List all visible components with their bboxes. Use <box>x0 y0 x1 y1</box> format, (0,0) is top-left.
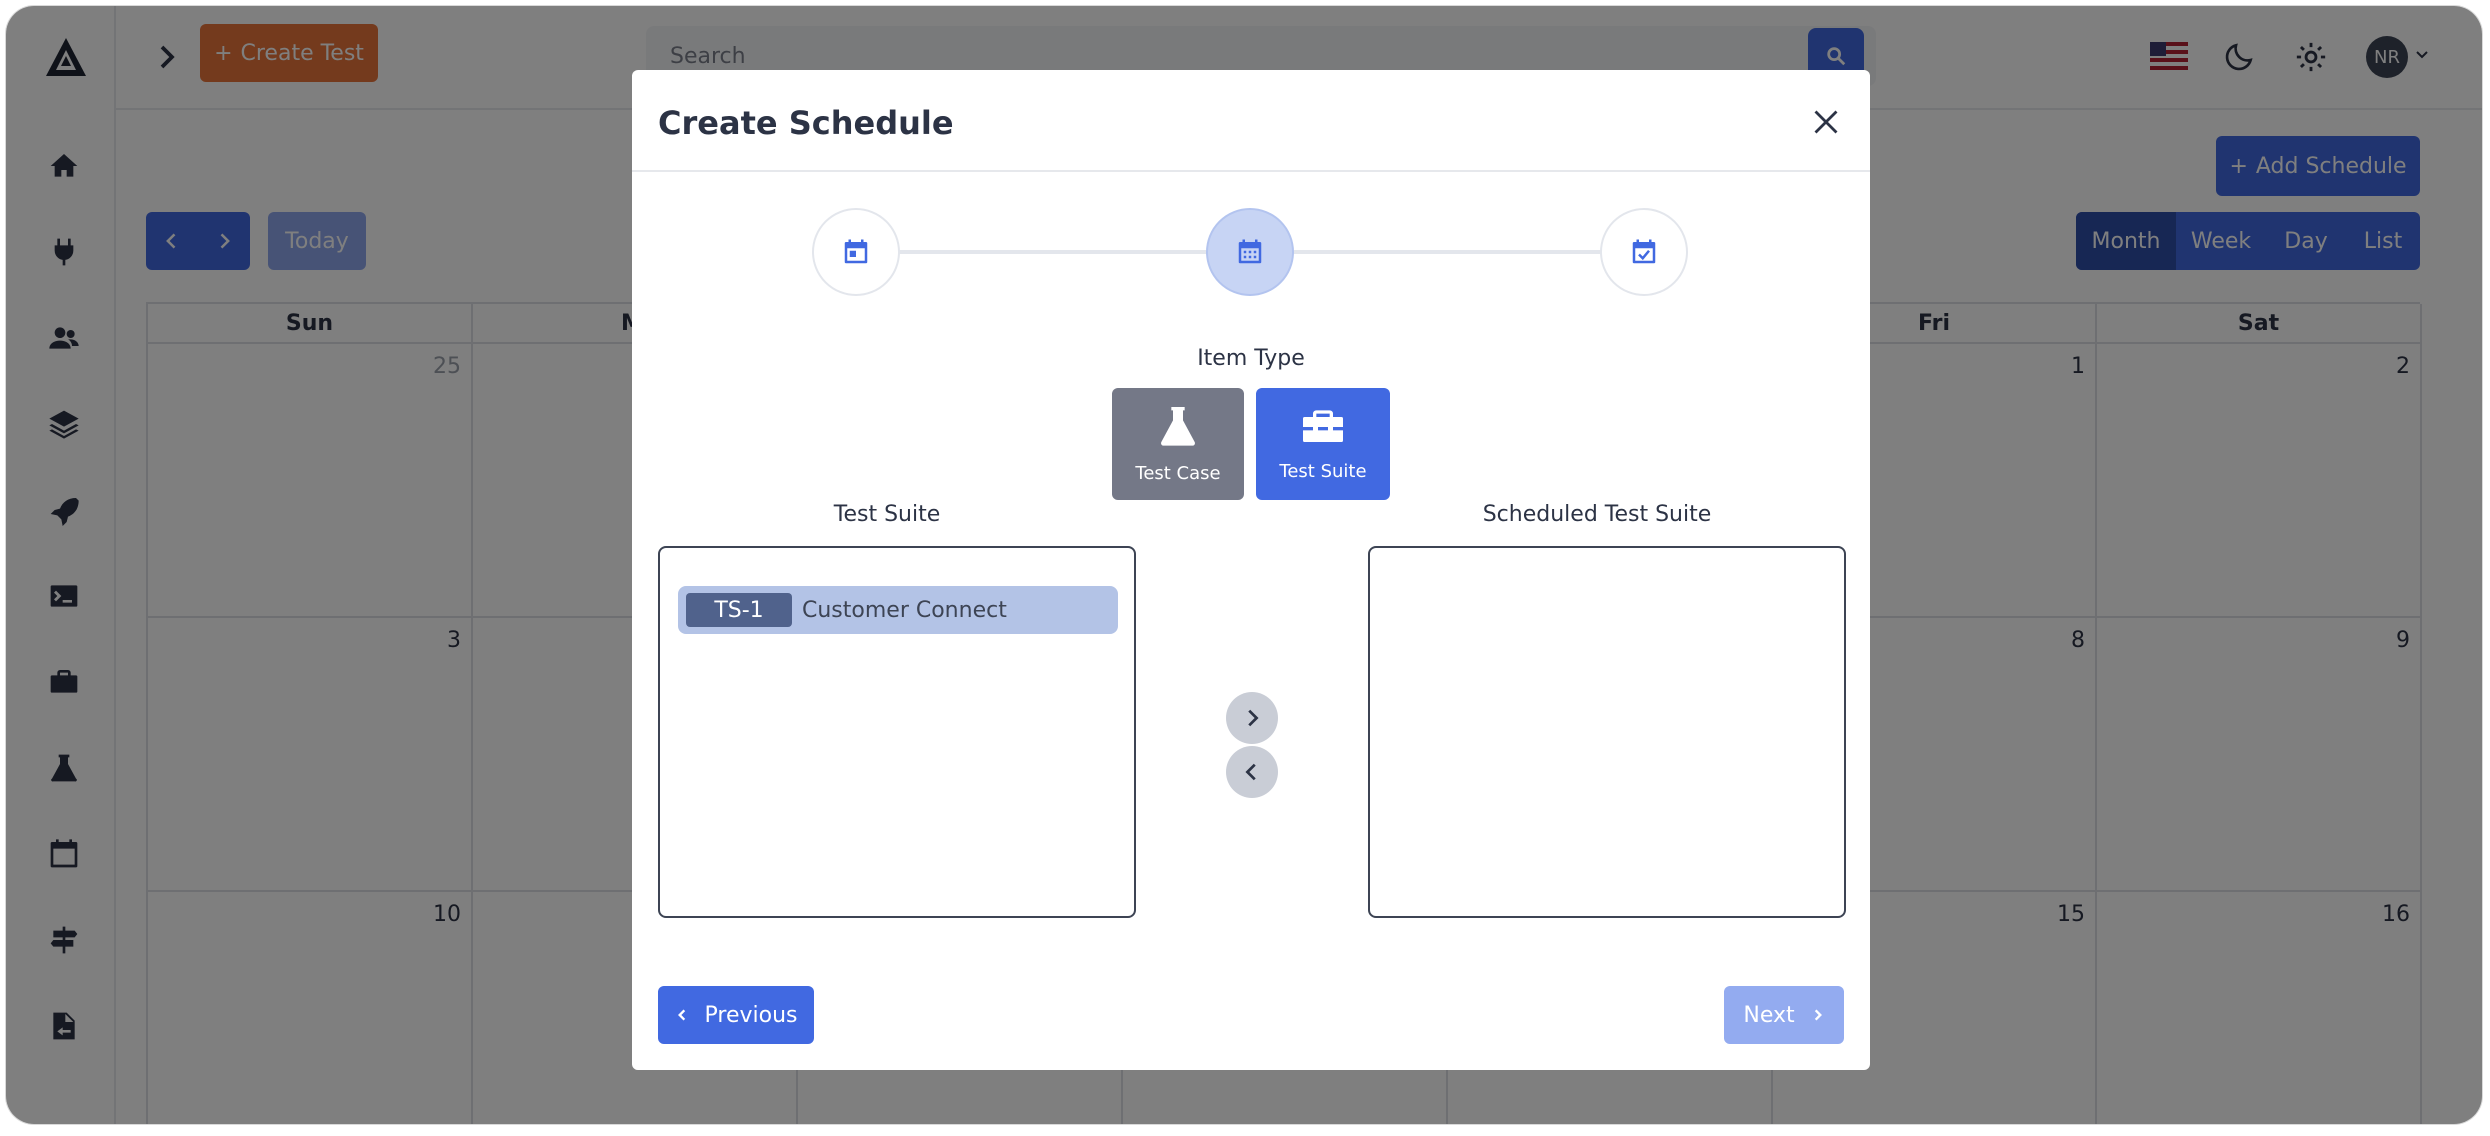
calendar-grid-icon <box>1238 239 1262 264</box>
chevron-right-icon <box>1248 709 1259 727</box>
test-suite-type-label: Test Suite <box>1279 460 1367 482</box>
modal-title: Create Schedule <box>658 104 954 142</box>
close-icon[interactable] <box>1812 108 1840 136</box>
flask-icon <box>1161 406 1195 446</box>
scheduled-list-label: Scheduled Test Suite <box>1482 502 1712 527</box>
next-label: Next <box>1743 1002 1795 1028</box>
move-right-button[interactable] <box>1226 692 1278 744</box>
test-case-type-button[interactable]: Test Case <box>1112 388 1244 500</box>
chevron-right-icon <box>1814 1009 1822 1021</box>
create-schedule-modal: Create Schedule Item Type Test Case Test… <box>632 70 1870 1070</box>
modal-divider <box>632 170 1870 172</box>
test-case-type-label: Test Case <box>1135 462 1221 484</box>
briefcase-icon <box>1303 409 1343 442</box>
calendar-day-icon <box>844 239 868 264</box>
step-3[interactable] <box>1600 208 1688 296</box>
stepper-connector <box>894 250 1208 254</box>
chevron-left-icon <box>677 1009 685 1021</box>
stepper-connector <box>1288 250 1602 254</box>
next-button[interactable]: Next <box>1724 986 1844 1044</box>
scheduled-list[interactable] <box>1368 546 1846 918</box>
test-suite-type-button[interactable]: Test Suite <box>1256 388 1390 500</box>
list-item[interactable]: TS-1 Customer Connect <box>678 586 1118 634</box>
step-1[interactable] <box>812 208 900 296</box>
chevron-left-icon <box>1245 763 1256 781</box>
previous-button[interactable]: Previous <box>658 986 814 1044</box>
available-list[interactable]: TS-1 Customer Connect <box>658 546 1136 918</box>
available-list-label: Test Suite <box>833 502 941 527</box>
item-type-label: Item Type <box>1197 346 1305 371</box>
app-window: + Create Test Search NR <box>6 6 2482 1124</box>
suite-name: Customer Connect <box>802 597 1007 623</box>
move-left-button[interactable] <box>1226 746 1278 798</box>
previous-label: Previous <box>704 1002 798 1028</box>
calendar-check-icon <box>1632 239 1656 264</box>
step-2[interactable] <box>1206 208 1294 296</box>
suite-id-badge: TS-1 <box>686 593 792 627</box>
